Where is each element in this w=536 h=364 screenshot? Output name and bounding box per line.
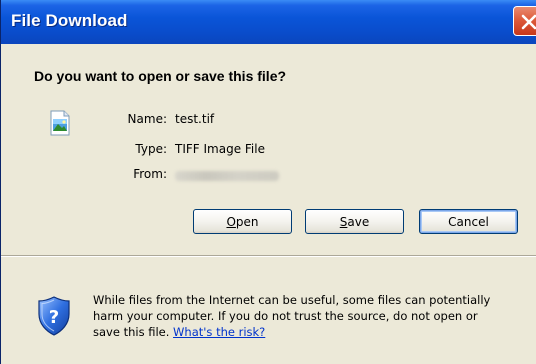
cancel-label: Cancel <box>448 214 489 229</box>
close-button[interactable] <box>513 6 536 36</box>
cancel-button[interactable]: Cancel <box>419 209 518 234</box>
file-name-value: test.tif <box>175 112 215 126</box>
dialog-question: Do you want to open or save this file? <box>34 68 287 84</box>
open-button[interactable]: Open <box>193 209 292 234</box>
warning-line-3: save this file. What's the risk? <box>93 324 533 340</box>
whats-the-risk-link[interactable]: What's the risk? <box>173 325 265 339</box>
window-title: File Download <box>11 11 128 30</box>
name-label: Name: <box>127 112 167 126</box>
open-mnemonic: O <box>226 214 236 229</box>
type-label: Type: <box>135 142 167 156</box>
from-label: From: <box>133 167 167 181</box>
title-bar[interactable]: File Download <box>1 0 536 44</box>
file-download-dialog: File Download Do you want to open or sav… <box>0 0 536 364</box>
open-label-rest: pen <box>235 214 259 229</box>
security-warning-text: While files from the Internet can be use… <box>93 292 533 340</box>
section-divider <box>1 255 536 257</box>
dialog-body: Do you want to open or save this file? N… <box>1 44 536 364</box>
file-type-value: TIFF Image File <box>175 142 265 156</box>
redacted-source-address <box>175 171 279 181</box>
warning-line-2: harm your computer. If you do not trust … <box>93 309 478 323</box>
save-mnemonic: S <box>339 214 348 229</box>
security-shield-question-icon: ? <box>38 296 70 336</box>
svg-text:?: ? <box>49 307 59 328</box>
warning-line-3-prefix: save this file. <box>93 325 174 339</box>
close-icon <box>521 14 536 30</box>
warning-line-1: While files from the Internet can be use… <box>93 293 491 307</box>
save-label-rest: ave <box>347 214 370 229</box>
save-button[interactable]: Save <box>305 209 404 234</box>
